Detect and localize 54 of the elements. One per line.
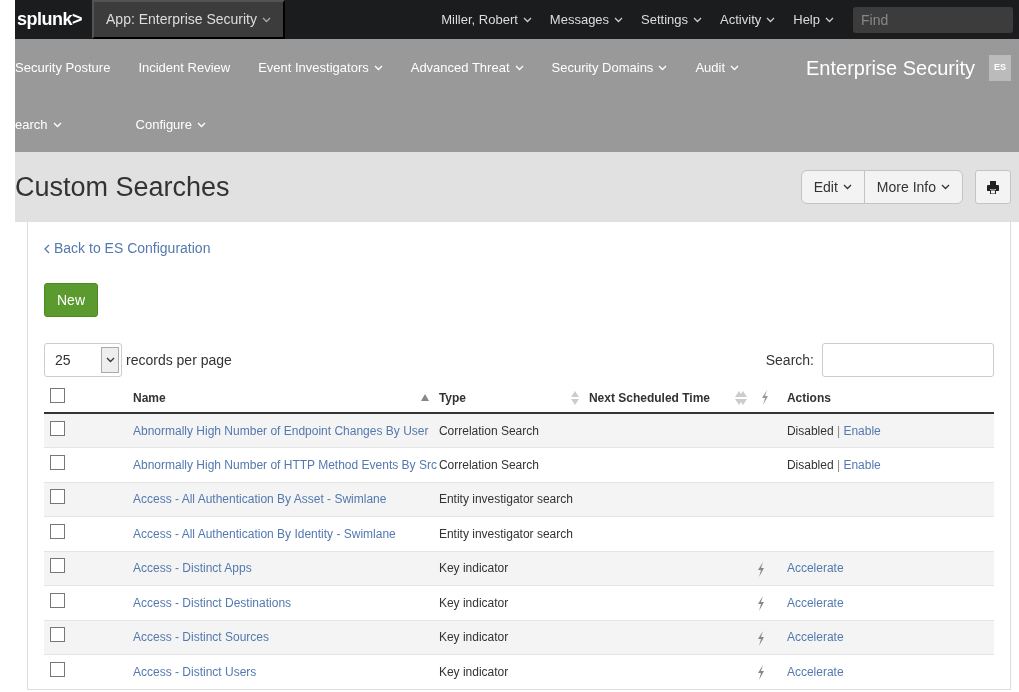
status-text: Disabled: [786, 423, 834, 438]
search-type: Entity investigator search: [438, 526, 573, 541]
search-name-link[interactable]: Access - Distinct Destinations: [133, 595, 292, 610]
action-link[interactable]: Enable: [843, 423, 881, 438]
search-type: Key indicator: [438, 561, 509, 576]
action-link[interactable]: Accelerate: [786, 630, 844, 645]
nav-menu-item[interactable]: Event Investigators: [244, 57, 397, 78]
action-link[interactable]: Accelerate: [786, 665, 844, 679]
top-menu[interactable]: Activity: [711, 9, 785, 30]
action-link[interactable]: Enable: [843, 457, 881, 472]
nav-menu-item[interactable]: Advanced Threat: [396, 57, 538, 78]
nav-menu-item[interactable]: Security Posture: [15, 57, 125, 78]
app-badge: ES: [989, 54, 1011, 81]
column-header[interactable]: Actions: [786, 388, 831, 407]
page-size-select[interactable]: 25: [44, 343, 122, 377]
top-menu[interactable]: Miller, Robert: [432, 9, 541, 30]
dropdown-button[interactable]: More Info: [863, 170, 963, 204]
nav-menu-item[interactable]: Incident Review: [124, 57, 245, 78]
page-title: Custom Searches: [15, 170, 230, 204]
search-type: Key indicator: [438, 595, 509, 610]
nav-menu-item[interactable]: earch: [15, 114, 76, 135]
separator: |: [836, 457, 841, 472]
search-type: Correlation Search: [438, 457, 539, 472]
search-label: Search:: [765, 350, 814, 370]
search-name-link[interactable]: Access - Distinct Sources: [133, 630, 270, 645]
search-type: Key indicator: [438, 665, 509, 679]
new-button[interactable]: New: [44, 283, 98, 317]
search-name-link[interactable]: Access - All Authentication By Identity - Swimlane: [133, 526, 396, 541]
column-header[interactable]: Name: [133, 388, 166, 407]
nav-menu-item[interactable]: Configure: [75, 114, 220, 135]
records-per-page-label: records per page: [126, 350, 232, 370]
app-menu[interactable]: App: Enterprise Security: [92, 0, 285, 39]
app-title: Enterprise Security: [806, 55, 975, 81]
search-type: Key indicator: [438, 630, 509, 645]
top-menu[interactable]: Help: [784, 9, 843, 30]
top-menu[interactable]: Settings: [632, 9, 712, 30]
search-name-link[interactable]: Abnormally High Number of HTTP Method Events By Src: [133, 457, 437, 472]
splunk-logo[interactable]: splunk>: [15, 6, 93, 33]
top-menu[interactable]: Messages: [540, 9, 633, 30]
back-link[interactable]: Back to ES Configuration: [44, 238, 211, 259]
column-header[interactable]: Type: [438, 388, 466, 407]
column-header[interactable]: Next Scheduled Time: [588, 388, 711, 407]
nav-menu-item[interactable]: Security Domains: [537, 57, 682, 78]
search-type: Entity investigator search: [438, 492, 573, 507]
action-link[interactable]: Accelerate: [786, 595, 844, 610]
search-name-link[interactable]: Access - Distinct Apps: [133, 561, 252, 576]
nav-menu-item[interactable]: Audit: [681, 57, 753, 78]
find-field[interactable]: Find: [853, 6, 1013, 33]
dropdown-button[interactable]: Edit: [800, 170, 865, 204]
separator: |: [836, 423, 841, 438]
search-name-link[interactable]: Access - Distinct Users: [133, 665, 257, 679]
action-link[interactable]: Accelerate: [786, 561, 844, 576]
status-text: Disabled: [786, 457, 834, 472]
search-type: Correlation Search: [438, 423, 539, 438]
